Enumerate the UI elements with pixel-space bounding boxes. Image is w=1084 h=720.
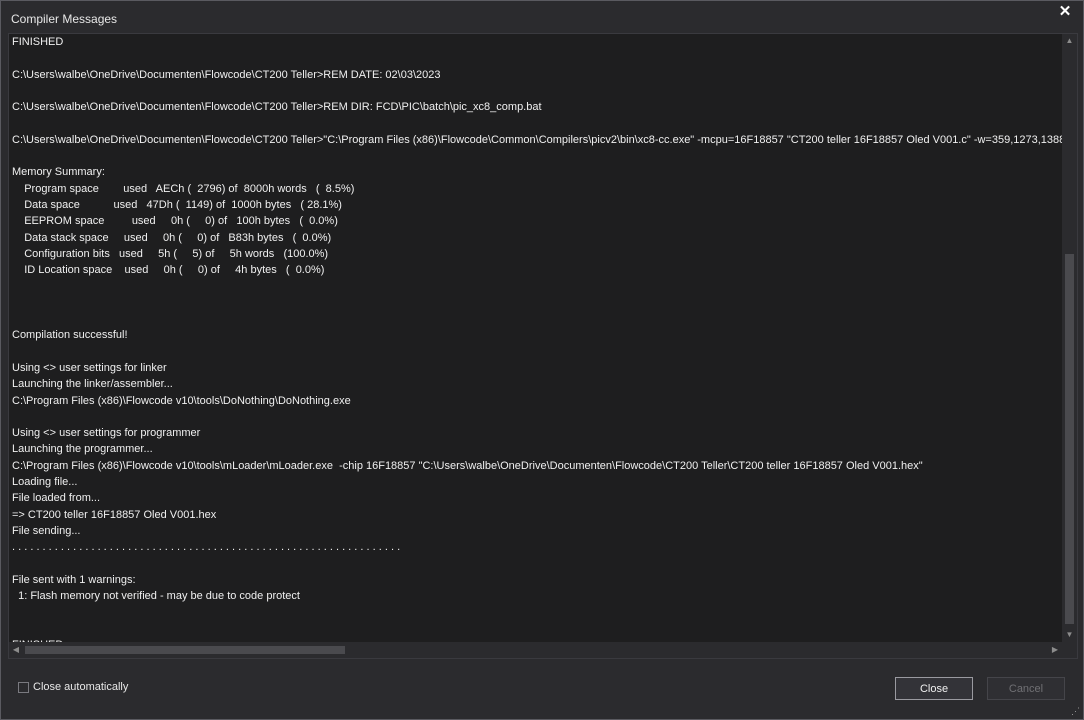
console-line: Program space used AECh ( 2796) of 8000h… <box>12 182 355 195</box>
console-line: . . . . . . . . . . . . . . . . . . . . … <box>12 541 401 554</box>
close-icon[interactable]: ✕ <box>1057 4 1073 20</box>
console-line: Data stack space used 0h ( 0) of B83h by… <box>12 231 332 244</box>
close-button[interactable]: Close <box>895 677 973 700</box>
console-line: Data space used 47Dh ( 1149) of 1000h by… <box>12 198 342 211</box>
console-line: C:\Users\walbe\OneDrive\Documenten\Flowc… <box>12 133 1062 146</box>
console-line: Configuration bits used 5h ( 5) of 5h wo… <box>12 247 329 260</box>
console-line: Launching the programmer... <box>12 443 153 456</box>
cancel-button: Cancel <box>987 677 1065 700</box>
title-bar[interactable]: Compiler Messages ✕ <box>1 1 1083 33</box>
compiler-output-panel[interactable]: FINISHED C:\Users\walbe\OneDrive\Documen… <box>8 33 1078 659</box>
vertical-scrollbar[interactable]: ▲ ▼ <box>1062 34 1077 642</box>
console-line: Compilation successful! <box>12 329 128 342</box>
compiler-messages-dialog: Compiler Messages ✕ FINISHED C:\Users\wa… <box>0 0 1084 720</box>
console-line: ID Location space used 0h ( 0) of 4h byt… <box>12 264 325 277</box>
resize-grip-icon[interactable]: ⋰ <box>1070 706 1080 716</box>
console-line: C:\Users\walbe\OneDrive\Documenten\Flowc… <box>12 68 441 81</box>
console-line: Launching the linker/assembler... <box>12 378 173 391</box>
window-title: Compiler Messages <box>11 12 118 26</box>
scrollbar-corner <box>1062 642 1077 658</box>
close-automatically-label[interactable]: Close automatically <box>33 681 128 693</box>
console-line: Loading file... <box>12 476 78 489</box>
console-line: C:\Users\walbe\OneDrive\Documenten\Flowc… <box>12 101 542 114</box>
scroll-down-icon[interactable]: ▼ <box>1062 628 1077 642</box>
horizontal-scrollbar[interactable]: ◀ ▶ <box>9 642 1062 658</box>
console-line: EEPROM space used 0h ( 0) of 100h bytes … <box>12 215 338 228</box>
console-line: 1: Flash memory not verified - may be du… <box>12 590 300 603</box>
console-line: FINISHED <box>12 36 64 48</box>
horizontal-scroll-thumb[interactable] <box>25 646 345 654</box>
scroll-up-icon[interactable]: ▲ <box>1062 34 1077 48</box>
console-line: C:\Program Files (x86)\Flowcode v10\tool… <box>12 459 923 472</box>
scroll-right-icon[interactable]: ▶ <box>1048 642 1062 658</box>
compiler-output-text[interactable]: FINISHED C:\Users\walbe\OneDrive\Documen… <box>12 34 1062 642</box>
console-line: File sending... <box>12 524 81 537</box>
console-line: C:\Program Files (x86)\Flowcode v10\tool… <box>12 394 351 407</box>
vertical-scroll-thumb[interactable] <box>1065 254 1074 624</box>
console-line: Memory Summary: <box>12 166 105 179</box>
console-line: File sent with 1 warnings: <box>12 573 136 586</box>
scroll-left-icon[interactable]: ◀ <box>9 642 23 658</box>
console-line: Using <> user settings for programmer <box>12 427 201 440</box>
console-line: Using <> user settings for linker <box>12 361 167 374</box>
console-line: => CT200 teller 16F18857 Oled V001.hex <box>12 508 217 521</box>
close-automatically-checkbox[interactable]: Close automatically <box>18 681 128 693</box>
console-line: File loaded from... <box>12 492 101 505</box>
checkbox-box[interactable] <box>18 681 29 693</box>
